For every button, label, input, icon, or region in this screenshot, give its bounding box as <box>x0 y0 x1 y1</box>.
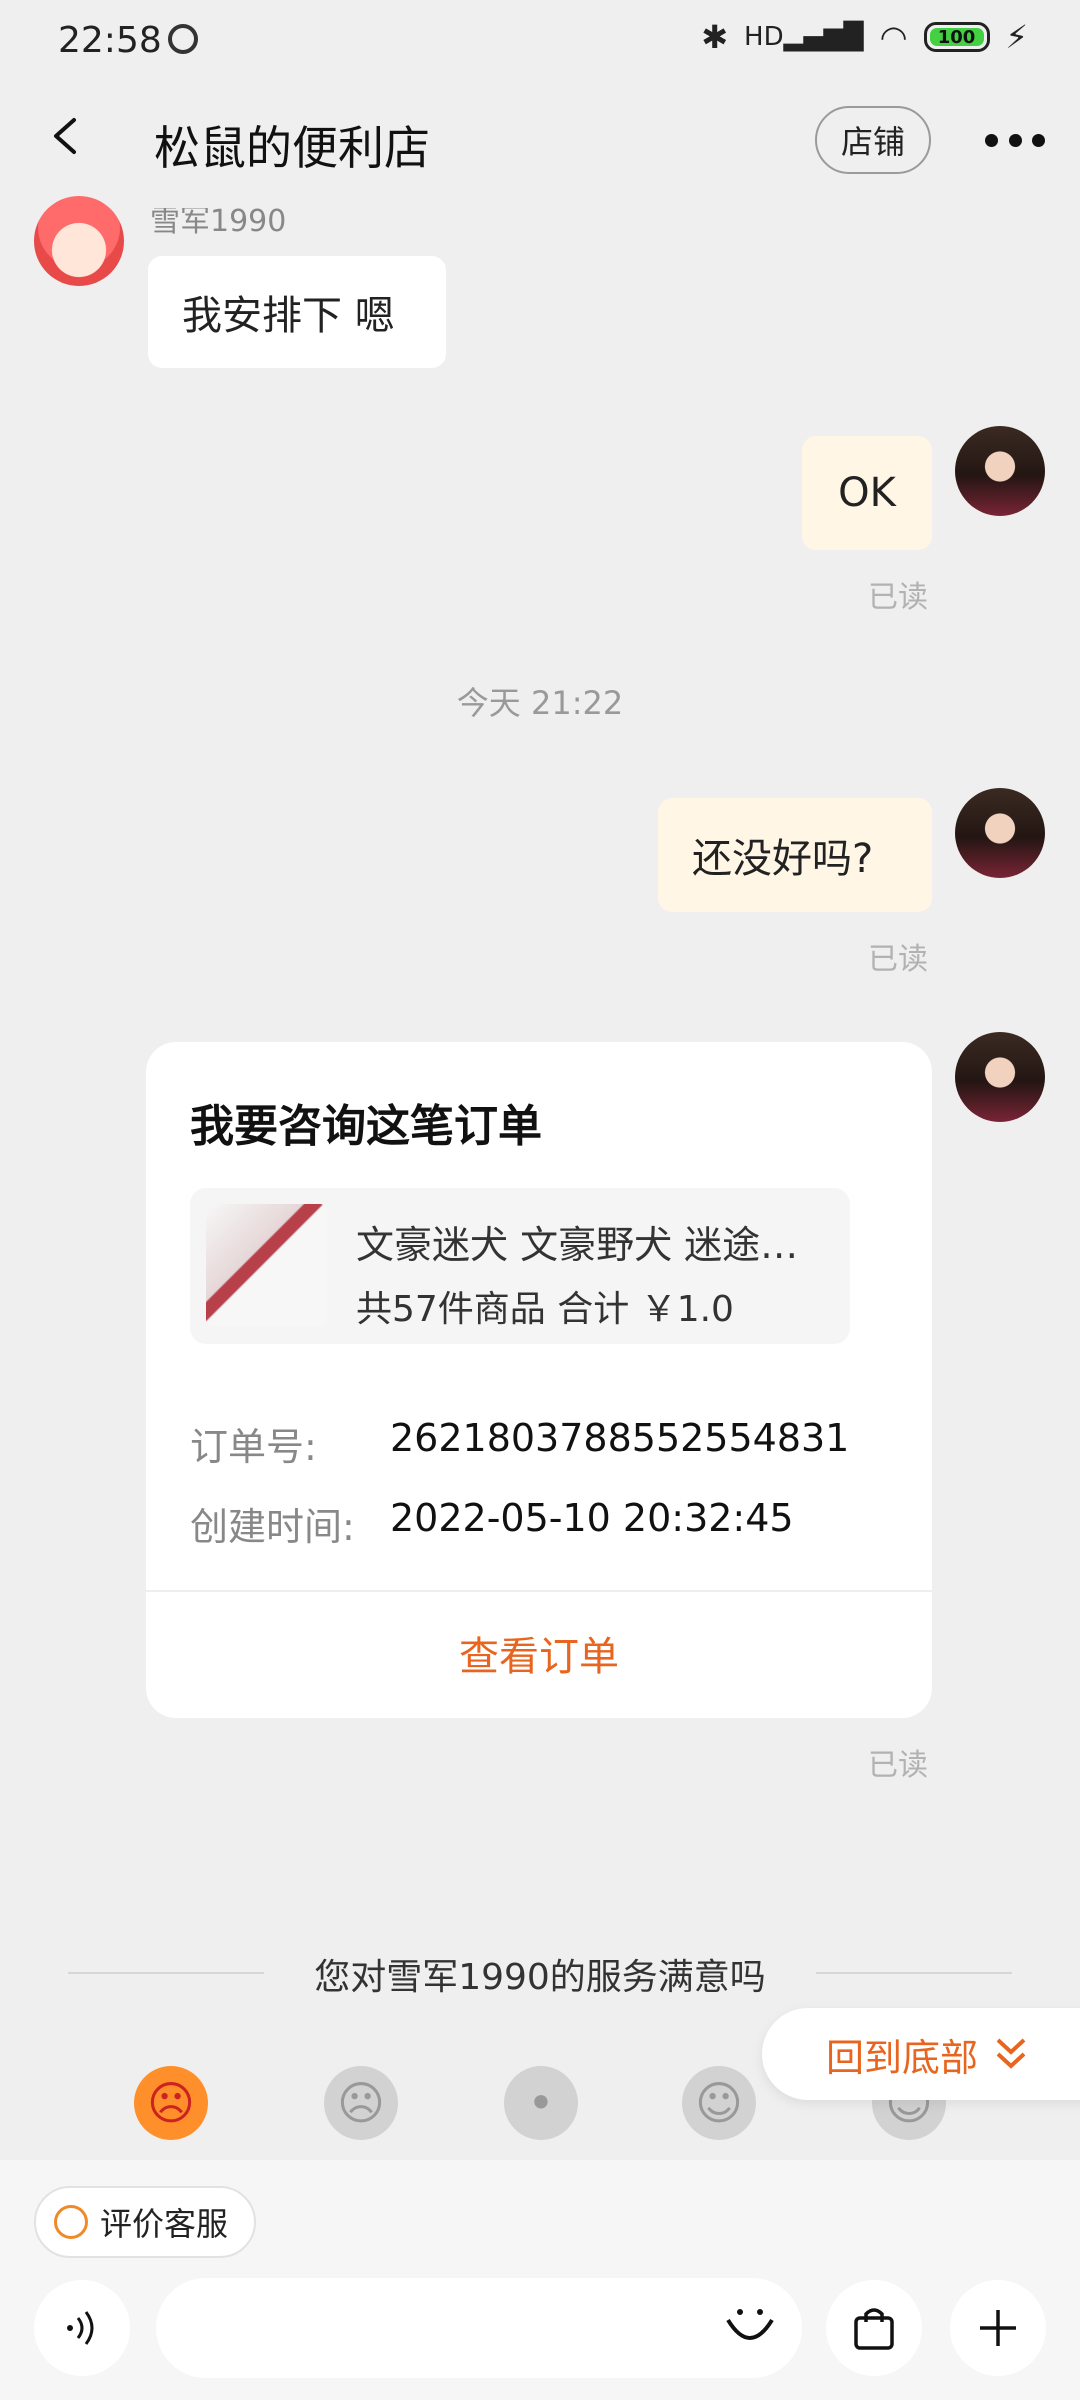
order-card-title: 我要咨询这笔订单 <box>190 1101 542 1152</box>
product-thumbnail <box>206 1204 326 1326</box>
battery-icon: 100 <box>923 22 990 52</box>
shop-title: 松鼠的便利店 <box>154 121 430 175</box>
order-product[interactable]: 文豪迷犬 文豪野犬 迷途… 共57件商品 合计 ￥1.0 <box>190 1188 850 1344</box>
user-avatar[interactable] <box>955 788 1045 878</box>
signal-icon: HD▂▄▆█ <box>744 22 864 52</box>
back-to-bottom-label: 回到底部 <box>826 2035 979 2080</box>
card-divider <box>146 1590 932 1592</box>
created-time: 2022-05-10 20:32:45 <box>390 1496 794 1540</box>
chat-header: 松鼠的便利店 店铺 <box>0 86 1080 206</box>
add-more-icon[interactable] <box>950 2280 1046 2376</box>
rate-service-button[interactable]: 评价客服 <box>34 2186 257 2258</box>
shop-button[interactable]: 店铺 <box>815 106 931 174</box>
read-status: 已读 <box>868 1748 928 1783</box>
user-avatar[interactable] <box>955 1032 1045 1122</box>
voice-input-icon[interactable] <box>34 2280 130 2376</box>
read-status: 已读 <box>868 580 928 615</box>
charging-icon: ⚡ <box>1005 18 1028 56</box>
emoji-icon[interactable] <box>722 2300 778 2356</box>
sad-face-icon[interactable]: ☹ <box>324 2066 398 2140</box>
double-chevron-down-icon <box>996 2038 1026 2069</box>
clock: 22:58 <box>58 20 162 61</box>
product-name: 文豪迷犬 文豪野犬 迷途… <box>356 1223 799 1267</box>
view-order-button[interactable]: 查看订单 <box>146 1624 932 1682</box>
bluetooth-icon: ✱ <box>701 18 729 56</box>
read-status: 已读 <box>868 942 928 977</box>
back-to-bottom-button[interactable]: 回到底部 <box>762 2008 1080 2100</box>
input-area: 评价客服 <box>0 2160 1080 2400</box>
wifi-icon: ◠ <box>879 18 908 56</box>
message-input[interactable] <box>156 2278 802 2378</box>
message-bubble[interactable]: 还没好吗? <box>658 798 932 912</box>
shopping-bag-icon[interactable] <box>826 2280 922 2376</box>
smile-icon <box>54 2205 88 2239</box>
sync-icon <box>168 24 198 54</box>
angry-face-icon[interactable]: ☹ <box>134 2066 208 2140</box>
satisfaction-question: 您对雪军1990的服务满意吗 <box>314 1957 766 1998</box>
product-summary: 共57件商品 合计 ￥1.0 <box>356 1289 734 1330</box>
neutral-face-icon[interactable]: • <box>504 2066 578 2140</box>
message-bubble[interactable]: 我安排下 嗯 <box>148 256 446 368</box>
status-bar: 22:58 ✱ HD▂▄▆█ ◠ 100 ⚡ <box>0 0 1080 86</box>
sender-avatar[interactable] <box>34 196 124 286</box>
status-icons: ✱ HD▂▄▆█ ◠ 100 ⚡ <box>701 18 1028 56</box>
order-number: 2621803788552554831 <box>390 1416 850 1460</box>
user-avatar[interactable] <box>955 426 1045 516</box>
chat-timestamp: 今天 21:22 <box>456 684 624 722</box>
rate-service-label: 评价客服 <box>100 2205 229 2243</box>
smile-face-icon[interactable]: ☺ <box>682 2066 756 2140</box>
back-arrow-icon[interactable] <box>46 116 86 156</box>
created-time-label: 创建时间: <box>190 1505 355 1549</box>
order-number-label: 订单号: <box>190 1425 317 1469</box>
message-bubble[interactable]: OK <box>802 436 932 550</box>
more-options-icon[interactable] <box>985 134 1045 148</box>
order-card[interactable]: 我要咨询这笔订单 文豪迷犬 文豪野犬 迷途… 共57件商品 合计 ￥1.0 订单… <box>146 1042 932 1718</box>
